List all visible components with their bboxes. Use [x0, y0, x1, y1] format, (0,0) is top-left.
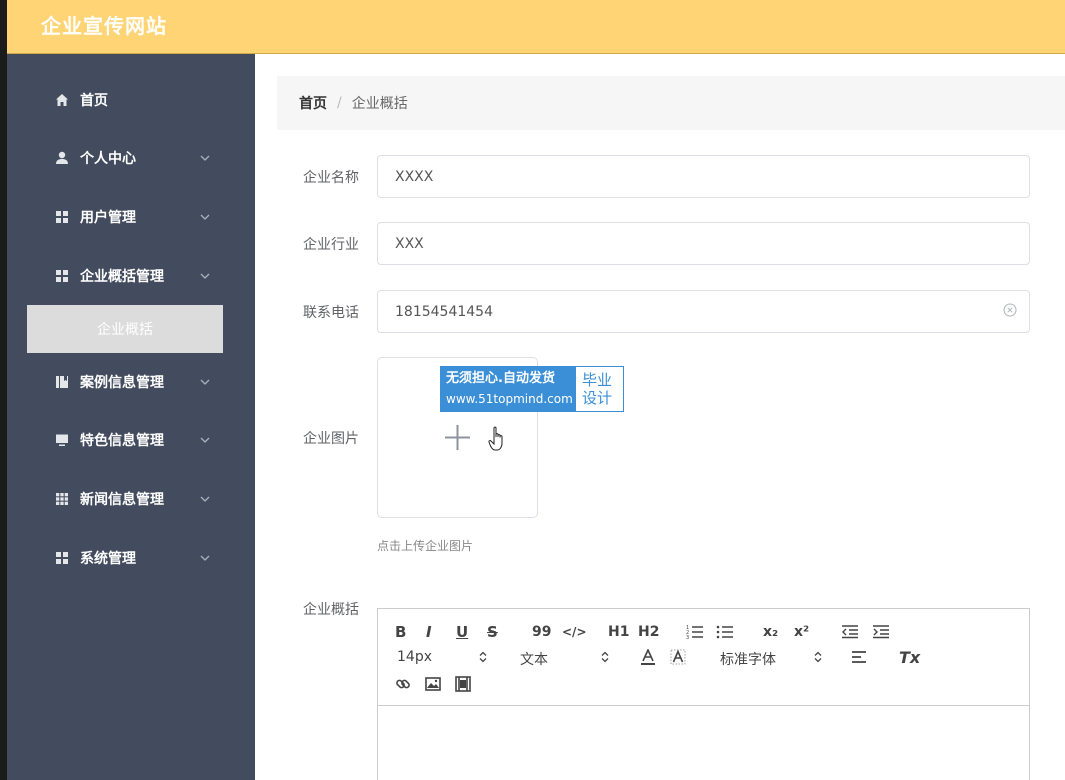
code-block-button[interactable]: </>: [562, 623, 587, 641]
align-left-icon[interactable]: [851, 650, 867, 665]
grid-icon: [54, 550, 70, 566]
sidebar-item-label: 个人中心: [80, 151, 136, 167]
svg-text:3: 3: [686, 635, 689, 640]
clear-icon[interactable]: [1003, 303, 1017, 317]
background-color-icon[interactable]: [670, 649, 686, 665]
image-icon[interactable]: [425, 676, 441, 692]
sidebar-item-personal-center[interactable]: 个人中心: [7, 135, 255, 181]
phone-label: 联系电话: [303, 305, 359, 321]
table-icon: [54, 491, 70, 507]
header1-button[interactable]: H1: [608, 623, 629, 641]
subscript-button[interactable]: x₂: [763, 623, 778, 641]
sidebar-item-feature-management[interactable]: 特色信息管理: [7, 417, 255, 463]
ordered-list-icon[interactable]: 1 2 3: [686, 624, 704, 640]
sidebar-item-user-management[interactable]: 用户管理: [7, 194, 255, 240]
indent-icon[interactable]: [872, 624, 890, 639]
sidebar-item-label: 首页: [80, 93, 108, 109]
watermark-text: 无须担心.自动发货 www.51topmind.com: [441, 367, 576, 411]
editor-toolbar: B I U S 99 </> H1 H2 1 2 3 x₂ x² 14px 文本: [378, 609, 1029, 706]
sidebar-item-label: 案例信息管理: [80, 375, 164, 391]
video-icon[interactable]: [455, 676, 471, 692]
grid-icon: [54, 268, 70, 284]
breadcrumb-current: 企业概括: [351, 96, 408, 112]
chevron-down-icon: [200, 437, 210, 443]
text-type-select[interactable]: 文本: [520, 649, 548, 669]
bullet-list-icon[interactable]: [716, 624, 734, 640]
sidebar-item-system-management[interactable]: 系统管理: [7, 535, 255, 581]
sidebar-subitem-company-overview[interactable]: 企业概括: [27, 305, 223, 353]
superscript-button[interactable]: x²: [794, 623, 809, 641]
chevron-down-icon: [200, 273, 210, 279]
watermark-label: 毕业 设计: [576, 367, 623, 411]
chevron-down-icon: [200, 214, 210, 220]
watermark-badge: 无须担心.自动发货 www.51topmind.com 毕业 设计: [440, 366, 624, 412]
hand-cursor-icon: [488, 426, 503, 451]
select-arrow-icon: [479, 651, 487, 663]
sidebar-subitem-label: 企业概括: [97, 322, 153, 338]
top-header: 企业宣传网站: [7, 0, 1065, 54]
company-overview-label: 企业概括: [303, 602, 359, 618]
breadcrumb-separator: /: [337, 95, 342, 111]
header2-button[interactable]: H2: [638, 623, 659, 641]
breadcrumb-home-link[interactable]: 首页: [299, 93, 327, 113]
sidebar-item-label: 用户管理: [80, 210, 136, 226]
chevron-down-icon: [200, 555, 210, 561]
font-family-select[interactable]: 标准字体: [720, 649, 776, 669]
italic-button[interactable]: I: [426, 623, 432, 641]
sidebar-item-label: 企业概括管理: [80, 269, 164, 285]
outdent-icon[interactable]: [841, 624, 859, 639]
select-arrow-icon: [814, 651, 822, 663]
sidebar-item-news-management[interactable]: 新闻信息管理: [7, 476, 255, 522]
select-arrow-icon: [601, 651, 609, 663]
book-icon: [54, 374, 70, 390]
rich-text-editor: B I U S 99 </> H1 H2 1 2 3 x₂ x² 14px 文本: [377, 608, 1030, 780]
clear-format-button[interactable]: Tx: [899, 649, 920, 667]
bold-button[interactable]: B: [395, 623, 406, 641]
font-size-select[interactable]: 14px: [397, 649, 432, 665]
font-color-icon[interactable]: [640, 649, 656, 666]
chevron-down-icon: [200, 155, 210, 161]
sidebar-item-home[interactable]: 首页: [7, 77, 255, 123]
chevron-down-icon: [200, 379, 210, 385]
sidebar-item-label: 新闻信息管理: [80, 492, 164, 508]
sidebar-item-company-overview-management[interactable]: 企业概括管理: [7, 253, 255, 299]
sidebar-item-label: 系统管理: [80, 551, 136, 567]
sidebar: 首页 个人中心 用户管理 企业概括管理 企业概括 案例信息管理 特色信息管理 新…: [7, 54, 255, 780]
blockquote-button[interactable]: 99: [532, 623, 551, 641]
company-industry-label: 企业行业: [303, 237, 359, 253]
window-edge: [0, 0, 7, 780]
company-image-label: 企业图片: [303, 431, 359, 447]
site-title: 企业宣传网站: [41, 14, 167, 38]
chevron-down-icon: [200, 496, 210, 502]
grid-icon: [54, 209, 70, 225]
link-icon[interactable]: [395, 676, 411, 692]
breadcrumb: 首页 / 企业概括: [277, 76, 1065, 130]
underline-button[interactable]: U: [456, 623, 468, 641]
sidebar-item-label: 特色信息管理: [80, 433, 164, 449]
user-icon: [54, 150, 70, 166]
strikethrough-button[interactable]: S: [487, 623, 498, 641]
monitor-icon: [54, 432, 70, 448]
company-name-label: 企业名称: [303, 170, 359, 186]
plus-icon[interactable]: [444, 424, 471, 451]
phone-input[interactable]: [377, 290, 1030, 333]
home-icon: [54, 92, 70, 108]
company-name-input[interactable]: [377, 155, 1030, 198]
sidebar-item-case-management[interactable]: 案例信息管理: [7, 359, 255, 405]
company-industry-input[interactable]: [377, 222, 1030, 265]
upload-hint: 点击上传企业图片: [377, 539, 474, 553]
